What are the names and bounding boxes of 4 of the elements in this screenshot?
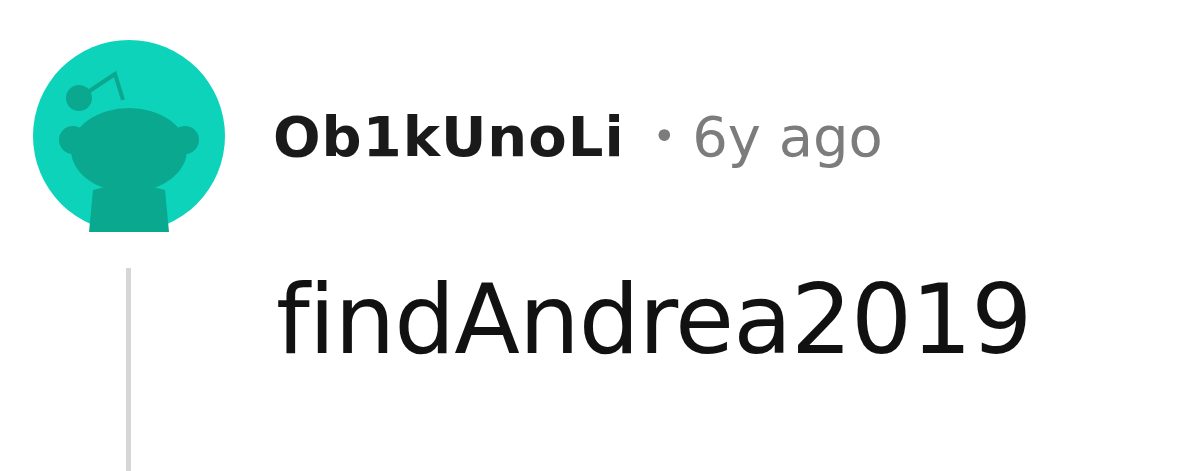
separator-dot: • (652, 113, 677, 159)
comment-text: findAndrea2019 (276, 268, 1032, 378)
timestamp: 6y ago (692, 103, 883, 169)
username[interactable]: Ob1kUnoLi (273, 103, 625, 169)
